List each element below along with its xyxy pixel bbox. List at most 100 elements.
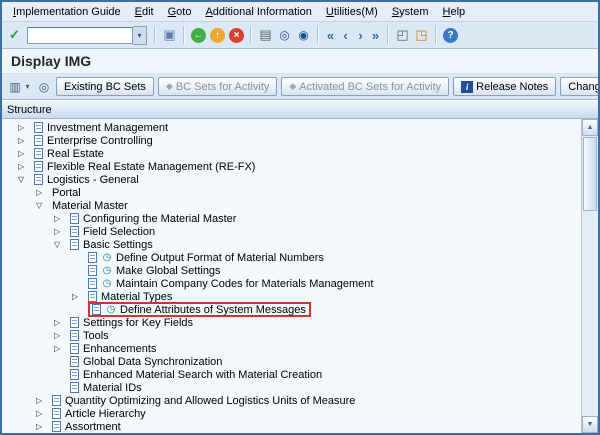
scroll-up-icon[interactable]: ▲ [582, 119, 598, 136]
expand-icon[interactable]: ▷ [16, 136, 34, 145]
tree-item-label[interactable]: Configuring the Material Master [83, 213, 236, 225]
print-icon[interactable]: ▤ [257, 26, 274, 44]
expand-icon[interactable]: ▷ [16, 162, 34, 171]
previous-page-icon[interactable]: ‹ [339, 26, 352, 44]
tree-item-label[interactable]: Flexible Real Estate Management (RE-FX) [47, 161, 255, 173]
tree-item-label[interactable]: Basic Settings [83, 239, 153, 251]
tree-item-label[interactable]: Enhancements [83, 343, 156, 355]
img-activity-icon[interactable]: ◷ [101, 278, 113, 289]
save-icon[interactable]: ▣ [161, 26, 178, 44]
tree-item-label[interactable]: Real Estate [47, 148, 104, 160]
last-page-icon[interactable]: » [369, 26, 382, 44]
menu-goto[interactable]: Goto [161, 4, 199, 20]
tree-item-label[interactable]: Tools [83, 330, 109, 342]
expand-icon[interactable]: ▷ [16, 149, 34, 158]
find-next-icon[interactable]: ◉ [295, 26, 312, 44]
exit-icon[interactable]: ↑ [210, 28, 225, 43]
hierarchy-display-icon[interactable]: ▥ [7, 78, 23, 95]
tree-item-label[interactable]: Portal [52, 187, 81, 199]
collapse-icon[interactable]: ▽ [34, 201, 52, 210]
expand-icon[interactable]: ▷ [34, 422, 52, 431]
next-page-icon[interactable]: › [354, 26, 367, 44]
expand-icon[interactable]: ▷ [70, 292, 88, 301]
tree-item-label[interactable]: Enterprise Controlling [47, 135, 153, 147]
tree-item-label[interactable]: Material Master [52, 200, 128, 212]
tree-row: Enhanced Material Search with Material C… [2, 368, 581, 381]
tree-item-label[interactable]: Global Data Synchronization [83, 356, 222, 368]
expand-icon[interactable]: ▷ [34, 396, 52, 405]
expand-icon[interactable]: ▷ [34, 188, 52, 197]
find-icon[interactable]: ◎ [276, 26, 293, 44]
expand-icon[interactable]: ▷ [34, 409, 52, 418]
img-activity-icon[interactable]: ◷ [101, 265, 113, 276]
tree-item-label[interactable]: Investment Management [47, 122, 168, 134]
bc-sets-for-activity-button[interactable]: ◆BC Sets for Activity [158, 77, 277, 96]
img-activity-icon[interactable]: ◷ [101, 252, 113, 263]
img-activity-icon[interactable]: ◷ [105, 304, 117, 315]
tree-item-label[interactable]: Settings for Key Fields [83, 317, 193, 329]
tree-item-label[interactable]: Quantity Optimizing and Allowed Logistic… [65, 395, 355, 407]
bc-set-icon: ◆ [166, 81, 173, 92]
document-icon [34, 174, 43, 185]
tree-item-label[interactable]: Material IDs [83, 382, 142, 394]
tree-row: ▽ Basic Settings [2, 238, 581, 251]
command-dropdown-icon[interactable]: ▾ [133, 26, 147, 45]
collapse-icon[interactable]: ▽ [52, 240, 70, 249]
expand-icon[interactable]: ▷ [52, 214, 70, 223]
expand-icon[interactable]: ▷ [52, 344, 70, 353]
scroll-down-icon[interactable]: ▼ [582, 416, 598, 433]
menu-help[interactable]: Help [436, 4, 473, 20]
tree-item-label[interactable]: Assortment [65, 421, 121, 433]
enter-icon[interactable]: ✓ [6, 26, 23, 44]
document-icon [34, 161, 43, 172]
tree-item-label[interactable]: Enhanced Material Search with Material C… [83, 369, 322, 381]
toolbar-separator [317, 26, 319, 44]
menu-implementation-guide[interactable]: Implementation Guide [6, 4, 128, 20]
tree-item-label[interactable]: Logistics - General [47, 174, 139, 186]
info-icon: i [461, 81, 473, 93]
command-field[interactable] [27, 27, 133, 44]
expand-icon[interactable]: ▷ [16, 123, 34, 132]
first-page-icon[interactable]: « [324, 26, 337, 44]
toolbar-separator [154, 26, 156, 44]
vertical-scrollbar[interactable]: ▲ ▼ [581, 119, 598, 433]
change-log-button[interactable]: Change Log [560, 77, 600, 96]
menu-utilities-m[interactable]: Utilities(M) [319, 4, 385, 20]
tree-item-label[interactable]: Field Selection [83, 226, 155, 238]
expand-icon[interactable]: ▷ [52, 227, 70, 236]
scrollbar-track[interactable] [582, 136, 598, 416]
help-icon[interactable]: ? [443, 28, 458, 43]
document-icon [34, 148, 43, 159]
tree-item-label[interactable]: Article Hierarchy [65, 408, 146, 420]
menu-system[interactable]: System [385, 4, 436, 20]
display-dropdown-icon[interactable]: ▾ [23, 78, 32, 95]
menu-edit[interactable]: Edit [128, 4, 161, 20]
document-icon [52, 421, 61, 432]
tree-item-label[interactable]: Make Global Settings [116, 265, 221, 277]
toolbar-separator [183, 26, 185, 44]
collapse-icon[interactable]: ▽ [16, 175, 34, 184]
cancel-icon[interactable]: × [229, 28, 244, 43]
existing-bc-sets-button[interactable]: Existing BC Sets [56, 77, 154, 96]
structure-header-bar: Structure [2, 100, 598, 119]
tree-item-label[interactable]: Material Types [101, 291, 172, 303]
back-icon[interactable]: ← [191, 28, 206, 43]
tree-row: ▷ Tools [2, 329, 581, 342]
expand-icon[interactable]: ▷ [52, 331, 70, 340]
create-shortcut-icon[interactable]: ◳ [413, 26, 430, 44]
tree-row: ◷Make Global Settings [2, 264, 581, 277]
release-notes-button[interactable]: iRelease Notes [453, 77, 556, 96]
tree-row: ▷ Real Estate [2, 147, 581, 160]
find-in-tree-icon[interactable]: ◎ [36, 78, 52, 95]
tree-item-label[interactable]: Define Attributes of System Messages [120, 304, 306, 316]
bc-set-icon: ◆ [289, 81, 296, 92]
tree-item-label[interactable]: Define Output Format of Material Numbers [116, 252, 324, 264]
expand-icon[interactable]: ▷ [52, 318, 70, 327]
activated-bc-sets-for-activity-button[interactable]: ◆Activated BC Sets for Activity [281, 77, 449, 96]
new-session-icon[interactable]: ◰ [394, 26, 411, 44]
tree-item-label[interactable]: Maintain Company Codes for Materials Man… [116, 278, 373, 290]
menu-additional-information[interactable]: Additional Information [198, 4, 318, 20]
document-icon [92, 304, 101, 315]
scrollbar-thumb[interactable] [583, 137, 597, 211]
document-icon [88, 278, 97, 289]
